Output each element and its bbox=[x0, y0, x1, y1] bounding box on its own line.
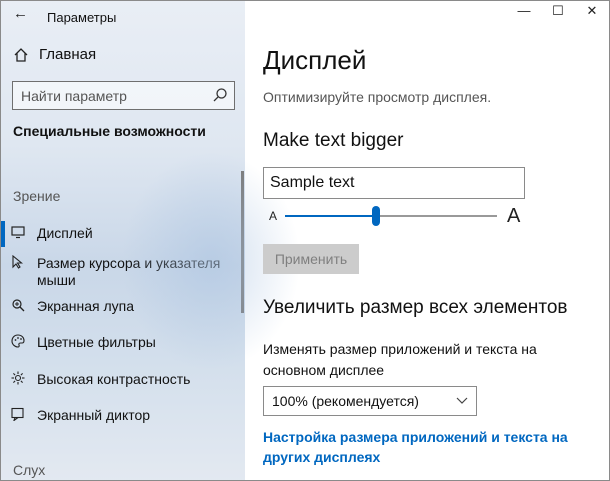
palette-icon bbox=[1, 334, 37, 348]
page-title: Дисплей bbox=[263, 45, 367, 75]
everything-bigger-heading: Увеличить размер всех элементов bbox=[263, 297, 568, 318]
scale-dropdown-value: 100% (рекомендуется) bbox=[272, 393, 419, 409]
cursor-icon bbox=[1, 255, 37, 269]
search-box[interactable] bbox=[12, 81, 235, 110]
text-bigger-heading: Make text bigger bbox=[263, 130, 404, 151]
back-arrow-icon[interactable]: ← bbox=[13, 5, 28, 22]
settings-window: ← Параметры Главная Специальные возможно… bbox=[0, 0, 610, 481]
home-nav-item[interactable]: Главная bbox=[13, 46, 96, 63]
sidebar-item-label: Дисплей bbox=[37, 225, 93, 241]
slider-small-label: A bbox=[269, 209, 278, 223]
group-label-hearing: Слух bbox=[13, 462, 46, 478]
section-heading: Специальные возможности bbox=[13, 123, 206, 139]
sidebar-item-display[interactable]: Дисплей bbox=[1, 221, 245, 247]
sidebar-item-narrator[interactable]: Экранный диктор bbox=[1, 407, 245, 424]
scale-dropdown[interactable]: 100% (рекомендуется) bbox=[263, 386, 477, 416]
sidebar-item-label: Экранная лупа bbox=[37, 298, 135, 314]
sidebar-scrollbar[interactable] bbox=[241, 171, 244, 313]
chevron-down-icon bbox=[456, 387, 468, 415]
sample-text-preview: Sample text bbox=[263, 167, 525, 199]
slider-fill bbox=[285, 215, 377, 217]
apply-button[interactable]: Применить bbox=[263, 244, 359, 274]
text-size-slider[interactable]: A A bbox=[263, 205, 525, 229]
search-icon[interactable] bbox=[212, 87, 228, 103]
close-button[interactable]: ✕ bbox=[577, 3, 607, 19]
sidebar-item-magnifier[interactable]: Экранная лупа bbox=[1, 298, 245, 315]
group-label-vision: Зрение bbox=[13, 188, 61, 204]
home-icon bbox=[13, 47, 31, 63]
window-title: Параметры bbox=[47, 10, 117, 25]
minimize-button[interactable]: — bbox=[509, 3, 539, 18]
search-input[interactable] bbox=[13, 82, 203, 109]
narrator-icon bbox=[1, 407, 37, 421]
sidebar-item-high-contrast[interactable]: Высокая контрастность bbox=[1, 371, 245, 388]
other-displays-link[interactable]: Настройка размера приложений и текста на… bbox=[263, 427, 593, 467]
sidebar-item-label: Экранный диктор bbox=[37, 407, 151, 423]
sidebar-item-label: Размер курсора и указателя мыши bbox=[37, 255, 221, 288]
page-subtitle: Оптимизируйте просмотр дисплея. bbox=[263, 89, 492, 105]
sidebar-item-cursor[interactable]: Размер курсора и указателя мыши bbox=[1, 255, 241, 289]
home-label: Главная bbox=[39, 46, 97, 63]
sidebar: ← Параметры Главная Специальные возможно… bbox=[1, 1, 301, 480]
magnifier-icon bbox=[1, 298, 37, 312]
slider-thumb[interactable] bbox=[372, 206, 381, 226]
maximize-button[interactable]: ☐ bbox=[543, 3, 573, 19]
contrast-icon bbox=[1, 371, 37, 385]
sidebar-item-label: Цветные фильтры bbox=[37, 334, 156, 350]
slider-big-label: A bbox=[507, 205, 521, 227]
scale-description: Изменять размер приложений и текста на о… bbox=[263, 341, 537, 378]
display-icon bbox=[1, 225, 37, 239]
sidebar-item-color-filters[interactable]: Цветные фильтры bbox=[1, 334, 245, 351]
sidebar-item-label: Высокая контрастность bbox=[37, 371, 191, 387]
